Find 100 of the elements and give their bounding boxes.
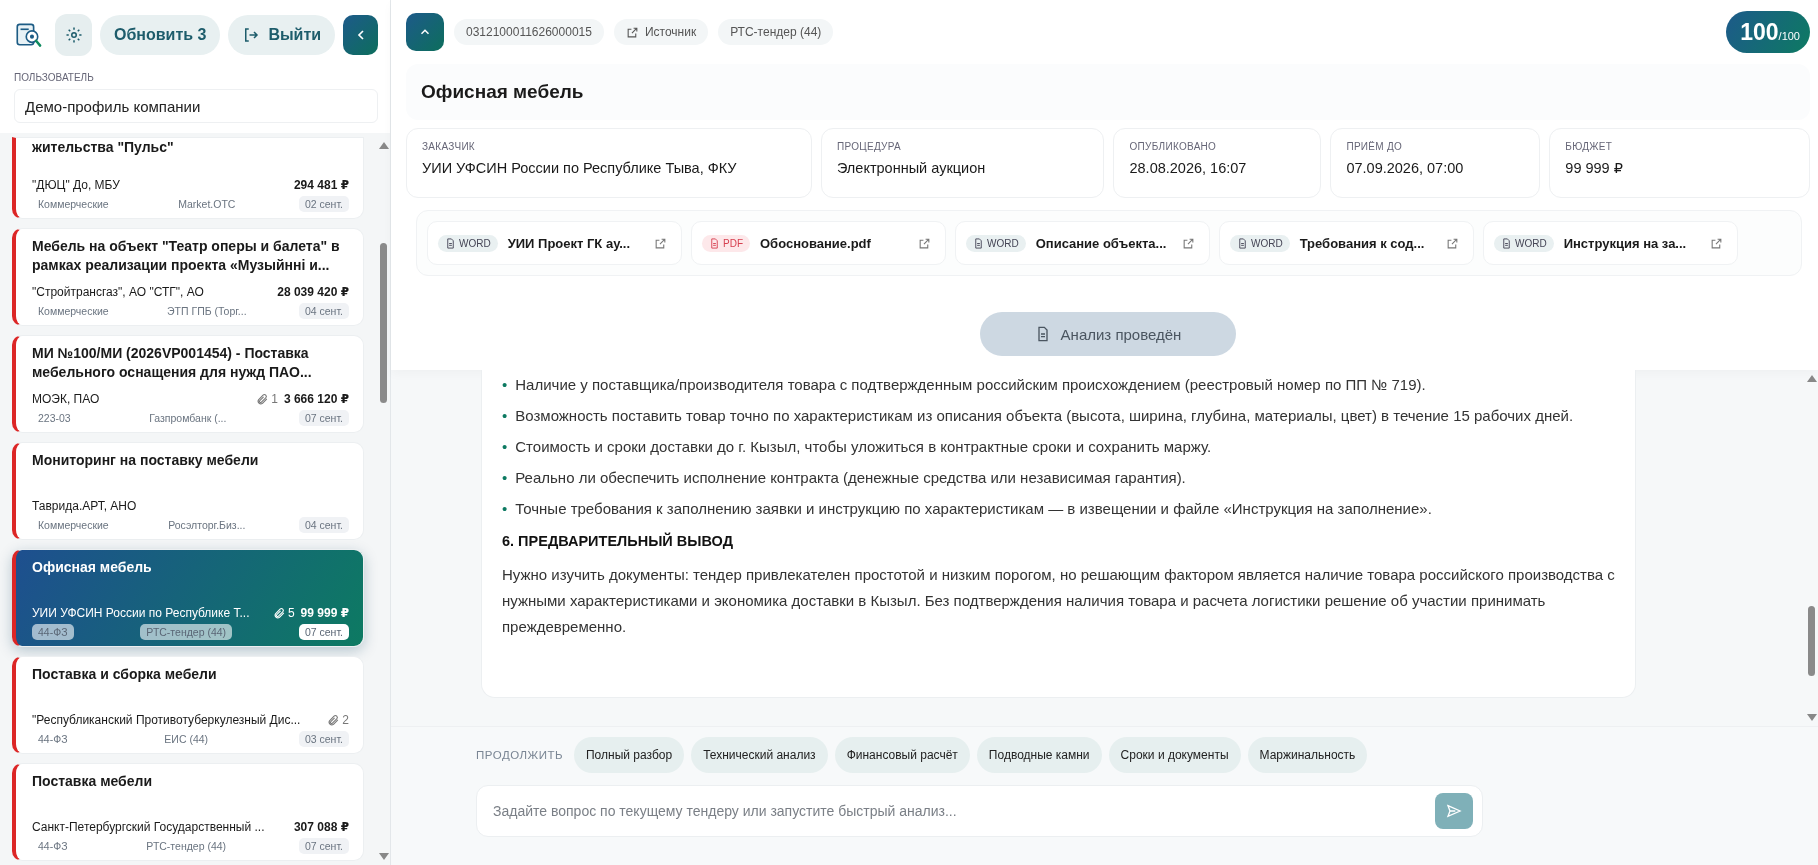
quick-action-chip[interactable]: Маржинальность: [1247, 737, 1368, 773]
customer-name: МОЭК, ПАО: [32, 391, 101, 408]
info-label: ПРИЁМ ДО: [1346, 141, 1404, 152]
source-link[interactable]: Источник: [613, 19, 709, 45]
document-item[interactable]: WORD Требования к сод...: [1219, 221, 1474, 265]
info-label: ОПУБЛИКОВАНО: [1129, 141, 1218, 152]
document-name: Описание объекта...: [1035, 235, 1168, 251]
external-link-icon[interactable]: [1446, 236, 1459, 250]
send-button[interactable]: [1435, 793, 1473, 829]
date-tag: 07 сент.: [298, 838, 349, 854]
platform-tag: Росэлторг.Биз...: [162, 517, 252, 533]
collapse-button[interactable]: [343, 15, 378, 55]
law-tag: 44-ФЗ: [32, 731, 74, 747]
profile-field[interactable]: Демо-профиль компании: [14, 89, 378, 123]
continue-label: ПРОДОЛЖИТЬ: [476, 749, 563, 761]
score-badge: 100/100: [1726, 11, 1810, 53]
tender-title: Мониторинг на поставку мебели: [32, 451, 260, 470]
settings-button[interactable]: [55, 14, 92, 56]
document-item[interactable]: WORD Инструкция на за...: [1483, 221, 1738, 265]
quick-action-chip[interactable]: Полный разбор: [574, 737, 685, 773]
tender-card[interactable]: Поставка и сборка мебели "Республиканский Противотуберкулезный Дис... 2 44-ФЗ ЕИС (44) 03 сент.: [12, 656, 364, 754]
law-tag: 223-03: [32, 410, 77, 426]
collapse-up-button[interactable]: [406, 13, 444, 51]
platform-tag: Market.OTC: [172, 196, 242, 212]
scroll-up-icon[interactable]: [1807, 374, 1817, 382]
tender-title: Офисная мебель: [32, 558, 153, 577]
scroll-down-icon[interactable]: [379, 853, 389, 861]
law-tag: Коммерческие: [32, 303, 115, 319]
file-type-label: PDF: [723, 237, 743, 249]
customer-name: Таврида.АРТ, АНО: [32, 498, 138, 515]
date-tag: 04 сент.: [298, 303, 349, 319]
platform-chip: РТС-тендер (44): [718, 19, 834, 45]
report-paragraph: Нужно изучить документы: тендер привлекателен простотой и низким порогом, но решающим фактором является наличие товара российского производства с нужными характеристиками и экономика доставки в Кызыл. Без подтверждения наличия товара и расчета логистики решение об участии принимать преждевременно.: [502, 565, 1615, 637]
quick-action-chip[interactable]: Сроки и документы: [1108, 737, 1241, 773]
logout-button[interactable]: Выйти: [228, 15, 336, 55]
attachment-count: 5: [287, 605, 295, 622]
scroll-down-icon[interactable]: [1807, 714, 1817, 722]
customer-name: "Республиканский Противотуберкулезный Дис...: [32, 712, 302, 729]
tender-title: жительства "Пульс": [32, 138, 175, 157]
logout-icon: [242, 26, 261, 44]
external-link-icon[interactable]: [654, 236, 667, 250]
law-tag: 44-ФЗ: [32, 838, 74, 854]
attachment-count: 1: [271, 391, 278, 408]
document-item[interactable]: WORD Описание объекта...: [955, 221, 1210, 265]
date-tag: 02 сент.: [298, 196, 349, 212]
report-heading: 6. ПРЕДВАРИТЕЛЬНЫЙ ВЫВОД: [502, 531, 734, 551]
date-tag: 03 сент.: [298, 731, 349, 747]
attachment-count: 2: [342, 712, 349, 729]
file-type-label: WORD: [1251, 237, 1283, 249]
external-link-icon[interactable]: [1710, 236, 1723, 250]
law-tag: Коммерческие: [32, 517, 115, 533]
tender-card[interactable]: жительства "Пульс" "ДЮЦ" До, МБУ 294 481 ₽ Коммерческие Market.OTC 02 сент.: [12, 137, 364, 219]
customer-name: "ДЮЦ" До, МБУ: [32, 177, 121, 194]
date-tag: 07 сент.: [298, 624, 349, 640]
info-value: Электронный аукцион: [836, 160, 987, 176]
send-icon: [1446, 803, 1462, 819]
quick-action-chip[interactable]: Подводные камни: [976, 737, 1102, 773]
quick-action-chip[interactable]: Финансовый расчёт: [834, 737, 970, 773]
tender-price: 28 039 420 ₽: [277, 284, 349, 301]
date-tag: 07 сент.: [298, 410, 349, 426]
paperclip-icon: [327, 713, 341, 727]
info-label: БЮДЖЕТ: [1565, 141, 1614, 152]
file-type-label: WORD: [1515, 237, 1547, 249]
info-value: 28.08.2026, 16:07: [1129, 160, 1248, 176]
tender-card[interactable]: Поставка мебели Санкт-Петербургский Государственный ... 307 088 ₽ 44-ФЗ РТС-тендер (44) 07 сент.: [12, 763, 364, 861]
bullet-marker: •: [502, 499, 508, 519]
tender-card[interactable]: Офисная мебель УИИ УФСИН России по Республике Т... 5 99 999 ₽ 44-ФЗ РТС-тендер (44) 07 сент.: [12, 549, 364, 647]
file-icon: [1237, 237, 1248, 249]
document-item[interactable]: WORD УИИ Проект ГК ау...: [427, 221, 682, 265]
quick-action-chip[interactable]: Технический анализ: [691, 737, 828, 773]
platform-tag: РТС-тендер (44): [140, 838, 233, 854]
tender-card[interactable]: Мебель на объект "Театр оперы и балета" в рамках реализации проекта «Музыйнні и... "Стройтрансгаз", АО "СТГ", АО 28 039 420 ₽ Коммерческие ЭТП ГПБ (Торг... 04 сент.: [12, 228, 364, 326]
report-bullet: Стоимость и сроки доставки до г. Кызыл, чтобы уложиться в контрактные сроки и сохранить маржу.: [515, 437, 1212, 457]
user-label: ПОЛЬЗОВАТЕЛЬ: [14, 72, 95, 83]
customer-name: Санкт-Петербургский Государственный ...: [32, 819, 266, 836]
file-type-label: WORD: [987, 237, 1019, 249]
tender-card[interactable]: МИ №100/МИ (2026VP001454) - Поставка мебельного оснащения для нужд ПАО... МОЭК, ПАО 1 3 666 120 ₽ 223-03 Газпромбанк (... 07 сент.: [12, 335, 364, 433]
platform-tag: РТС-тендер (44): [140, 624, 233, 640]
document-name: УИИ Проект ГК ау...: [507, 235, 632, 251]
file-icon: [445, 237, 456, 249]
info-label: ЗАКАЗЧИК: [422, 141, 476, 152]
bullet-marker: •: [502, 375, 508, 395]
chat-input[interactable]: Задайте вопрос по текущему тендеру или запустите быстрый анализ...: [476, 785, 1483, 837]
tender-price: 294 481 ₽: [293, 177, 349, 194]
scroll-up-icon[interactable]: [379, 141, 389, 149]
external-link-icon[interactable]: [918, 236, 931, 250]
tender-title: Поставка мебели: [32, 772, 154, 791]
document-item[interactable]: PDF Обоснование.pdf: [691, 221, 946, 265]
scrollbar-thumb[interactable]: [1808, 606, 1815, 676]
refresh-button[interactable]: Обновить 3: [99, 15, 221, 55]
tender-price: 307 088 ₽: [293, 819, 349, 836]
info-value: 99 999 ₽: [1565, 160, 1624, 176]
document-name: Требования к сод...: [1299, 235, 1426, 251]
scrollbar-thumb[interactable]: [380, 243, 387, 403]
external-link-icon[interactable]: [1182, 236, 1195, 250]
tender-title: Мебель на объект "Театр оперы и балета" в рамках реализации проекта «Музыйнні и...: [32, 237, 341, 275]
document-name: Обоснование.pdf: [760, 235, 872, 251]
bullet-marker: •: [502, 437, 508, 457]
bullet-marker: •: [502, 406, 508, 426]
tender-card[interactable]: Мониторинг на поставку мебели Таврида.АРТ, АНО Коммерческие Росэлторг.Биз... 04 сент.: [12, 442, 364, 540]
